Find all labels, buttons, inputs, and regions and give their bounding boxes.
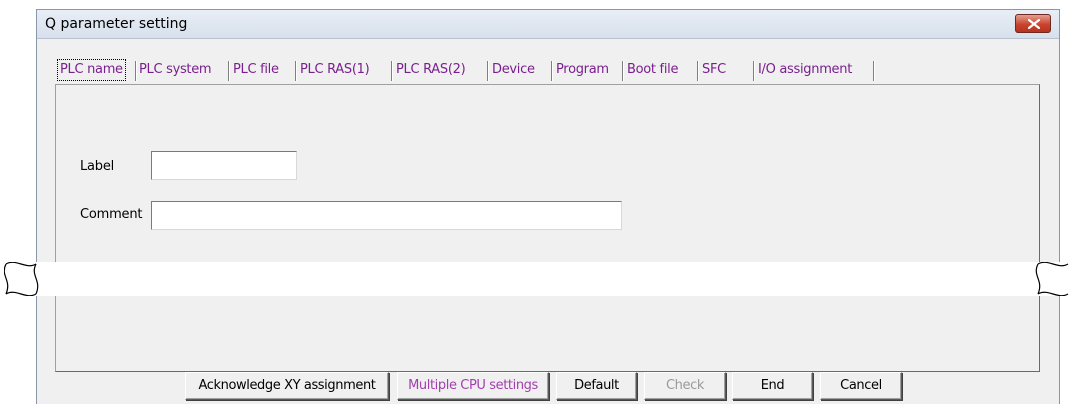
tab-plc-ras2[interactable]: PLC RAS(2) bbox=[396, 58, 466, 82]
tab-plc-name[interactable]: PLC name bbox=[57, 59, 126, 81]
check-button: Check bbox=[644, 372, 726, 400]
omission-band bbox=[0, 262, 1069, 296]
tab-separator bbox=[697, 61, 699, 81]
tab-separator bbox=[391, 61, 393, 81]
tab-separator bbox=[551, 61, 553, 81]
close-icon bbox=[1028, 19, 1040, 29]
label-caption: Label bbox=[80, 159, 115, 174]
cancel-button[interactable]: Cancel bbox=[820, 372, 902, 400]
default-button[interactable]: Default bbox=[556, 372, 637, 400]
comment-input[interactable] bbox=[151, 201, 622, 230]
tab-io-assignment[interactable]: I/O assignment bbox=[758, 58, 852, 82]
tab-sfc[interactable]: SFC bbox=[702, 58, 726, 82]
multiple-cpu-settings-button[interactable]: Multiple CPU settings bbox=[397, 372, 549, 400]
left-break-mark-icon bbox=[4, 262, 39, 296]
right-break-mark-icon bbox=[1035, 262, 1069, 296]
tab-separator bbox=[487, 61, 489, 81]
tab-boot-file[interactable]: Boot file bbox=[627, 58, 678, 82]
tab-separator bbox=[622, 61, 624, 81]
tab-device[interactable]: Device bbox=[492, 58, 535, 82]
tab-separator bbox=[753, 61, 755, 81]
tab-plc-system[interactable]: PLC system bbox=[139, 58, 212, 82]
label-input[interactable] bbox=[151, 151, 297, 180]
tab-program[interactable]: Program bbox=[556, 58, 609, 82]
tab-separator bbox=[135, 61, 137, 81]
tab-plc-ras1[interactable]: PLC RAS(1) bbox=[300, 58, 370, 82]
window-title: Q parameter setting bbox=[45, 16, 188, 32]
end-button[interactable]: End bbox=[732, 372, 813, 400]
close-button[interactable] bbox=[1015, 14, 1051, 33]
tab-separator bbox=[228, 61, 230, 81]
comment-caption: Comment bbox=[80, 207, 143, 222]
tab-separator bbox=[295, 61, 297, 81]
tab-separator bbox=[873, 61, 875, 81]
title-bar: Q parameter setting bbox=[37, 10, 1059, 39]
acknowledge-xy-assignment-button[interactable]: Acknowledge XY assignment bbox=[185, 372, 389, 400]
tab-plc-file[interactable]: PLC file bbox=[233, 58, 279, 82]
